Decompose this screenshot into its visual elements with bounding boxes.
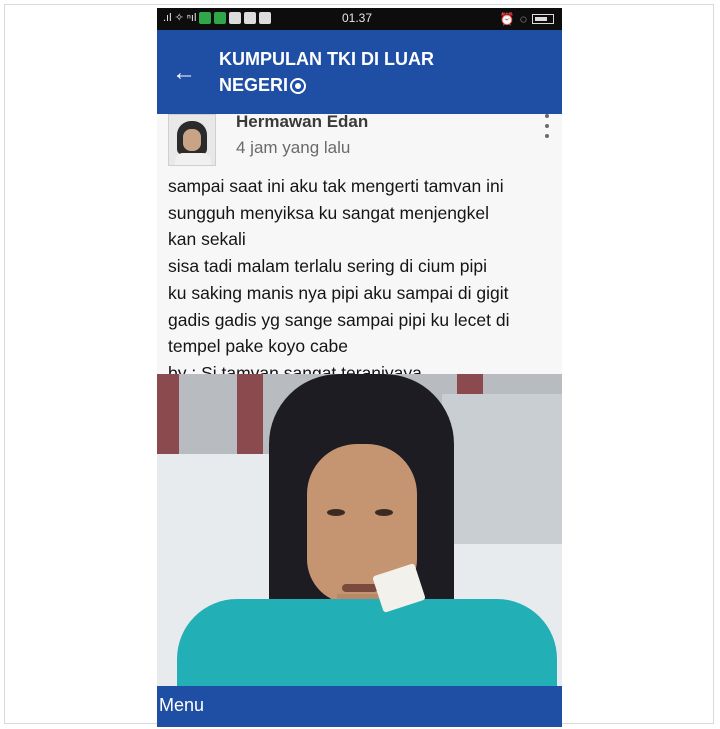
status-icons-right: ⏰ ◌ (500, 12, 554, 26)
arrow-left-icon: ← (172, 59, 196, 86)
status-icons-left: .ıl ✧ ⁿıl (163, 11, 272, 25)
alarm-icon: ⏰ (499, 12, 515, 26)
author-name[interactable]: Hermawan Edan (236, 112, 368, 132)
camera-notification-icon (229, 12, 242, 24)
battery-icon (532, 14, 554, 24)
post-text-line: ku saking manis nya pipi aku sampai di g… (168, 282, 509, 303)
post-text: sampai saat ini aku tak mengerti tamvan … (168, 173, 558, 387)
sync-icon: ◌ (519, 12, 527, 26)
more-vertical-icon (545, 114, 549, 118)
back-button[interactable]: ← (169, 60, 199, 86)
app-header: ← KUMPULAN TKI DI LUAR NEGERI (157, 30, 562, 114)
post-text-line: sungguh menyiksa ku sangat menjengkel (168, 202, 490, 223)
group-title: KUMPULAN TKI DI LUAR NEGERI (219, 46, 499, 98)
post-timestamp[interactable]: 4 jam yang lalu (236, 138, 350, 158)
post-text-line: sisa tadi malam terlalu sering di cium p… (168, 256, 488, 277)
phone-screen: .ıl ✧ ⁿıl 01.37 ⏰ ◌ ← KUMPULAN TKI DI LU… (157, 8, 562, 727)
notification-badge-icon (199, 12, 212, 24)
bag-notification-icon (244, 12, 257, 24)
avatar[interactable] (168, 114, 216, 166)
group-info-icon[interactable] (290, 78, 307, 95)
status-time: 01.37 (342, 11, 373, 25)
group-title-line2: NEGERI (219, 72, 499, 98)
post-text-line: sampai saat ini aku tak mengerti tamvan … (168, 176, 504, 196)
post-photo[interactable] (157, 374, 562, 686)
facebook-notification-icon (259, 12, 272, 24)
post-text-line: gadis gadis yg sange sampai pipi ku lece… (168, 309, 510, 330)
group-title-line1: KUMPULAN TKI DI LUAR (219, 49, 434, 69)
signal-icon: .ıl ✧ ⁿıl (163, 12, 197, 24)
app-notification-icon (214, 12, 227, 24)
bottom-bar: Menu (157, 686, 562, 727)
more-options-button[interactable] (542, 114, 552, 138)
post-text-line: kan sekali (168, 229, 246, 250)
post-text-line: tempel pake koyo cabe (168, 336, 348, 357)
menu-button[interactable]: Menu (157, 695, 206, 716)
post-header: Hermawan Edan 4 jam yang lalu (157, 112, 562, 172)
status-bar: .ıl ✧ ⁿıl 01.37 ⏰ ◌ (157, 8, 562, 30)
